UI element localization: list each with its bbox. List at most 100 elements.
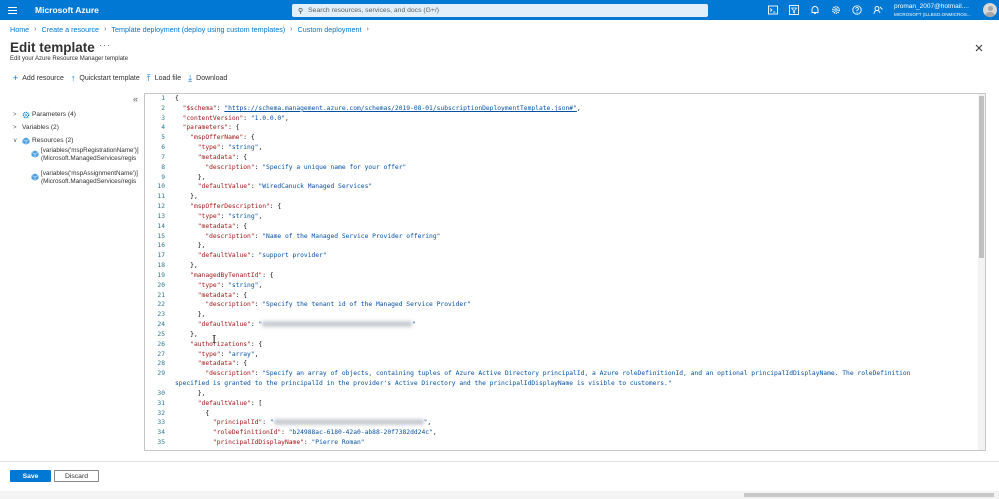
top-icons bbox=[762, 0, 888, 20]
scrollbar-thumb[interactable] bbox=[979, 96, 984, 258]
json-value: "support provider" bbox=[258, 252, 327, 260]
help-icon[interactable] bbox=[846, 0, 867, 20]
chevron-right-icon: › bbox=[34, 26, 37, 33]
chevron-right-icon: › bbox=[290, 26, 293, 33]
json-value: "WiredCanuck Managed Services" bbox=[258, 183, 373, 191]
json-key: "mspOfferName" bbox=[190, 134, 244, 142]
json-key: "roleDefinitionId" bbox=[212, 429, 282, 437]
json-key: "principalId" bbox=[212, 419, 263, 427]
json-key: "defaultValue" bbox=[197, 252, 251, 260]
cube-icon bbox=[31, 173, 39, 181]
page-title: Edit template bbox=[10, 40, 95, 55]
json-key: "metadata" bbox=[197, 153, 236, 161]
close-icon[interactable] bbox=[973, 42, 985, 54]
plus-icon: + bbox=[13, 73, 19, 83]
code-text: { bbox=[175, 95, 179, 102]
more-options-icon[interactable]: ··· bbox=[99, 40, 111, 50]
code-editor[interactable]: 1{ 2 "$schema": "https://schema.manageme… bbox=[144, 93, 986, 451]
tree-label-variables: Variables (2) bbox=[22, 124, 59, 131]
json-value: "Pierre Roman" bbox=[311, 438, 365, 446]
scrollbar-thumb[interactable] bbox=[744, 493, 994, 497]
text-cursor-icon: I bbox=[212, 333, 217, 346]
tree-resource-name: [variables('mspRegistrationName')] bbox=[41, 147, 139, 154]
breadcrumb-create-resource[interactable]: Create a resource bbox=[42, 25, 100, 34]
json-key: "$schema" bbox=[182, 104, 217, 112]
add-resource-button[interactable]: + Add resource bbox=[13, 74, 64, 83]
chevron-right-icon: › bbox=[104, 26, 107, 33]
json-key: "parameters" bbox=[182, 124, 229, 132]
upload-icon: ⤒ bbox=[146, 73, 151, 83]
json-key: "type" bbox=[197, 212, 221, 220]
tree-resource-type: (Microsoft.ManagedServices/regis bbox=[41, 178, 137, 186]
json-value: "Specify an array of objects, containing… bbox=[175, 370, 915, 388]
top-bar: Microsoft Azure ⚲ Search resources, serv… bbox=[0, 0, 999, 20]
json-key: "type" bbox=[197, 281, 221, 289]
chevron-down-icon: ∨ bbox=[13, 138, 18, 144]
download-icon: ⤓ bbox=[188, 73, 193, 83]
tree-label-parameters: Parameters (4) bbox=[32, 111, 76, 118]
tree-resource-type: (Microsoft.ManagedServices/regis bbox=[41, 155, 137, 163]
settings-icon[interactable] bbox=[825, 0, 846, 20]
discard-button[interactable]: Discard bbox=[54, 470, 99, 482]
cloud-shell-icon[interactable] bbox=[762, 0, 783, 20]
json-key: "description" bbox=[205, 370, 255, 378]
json-value: "1.0.0.0" bbox=[250, 114, 285, 122]
breadcrumb-custom-deployment[interactable]: Custom deployment bbox=[298, 25, 362, 34]
json-key: "defaultValue" bbox=[197, 399, 251, 407]
quickstart-template-label: Quickstart template bbox=[79, 75, 140, 82]
json-value: "Specify the tenant id of the Managed Se… bbox=[262, 301, 471, 309]
chevron-right-icon: > bbox=[13, 111, 17, 118]
account-info[interactable]: proman_2007@hotmail.... MICROSOFT (ILLBS… bbox=[894, 3, 971, 19]
save-button[interactable]: Save bbox=[10, 470, 51, 482]
json-key: "authorizations" bbox=[190, 340, 251, 348]
directory-filter-icon[interactable] bbox=[783, 0, 804, 20]
json-key: "description" bbox=[205, 301, 255, 309]
code-lines: 1{ 2 "$schema": "https://schema.manageme… bbox=[157, 95, 915, 446]
cube-icon bbox=[31, 150, 39, 158]
menu-icon[interactable] bbox=[0, 0, 24, 20]
notifications-icon[interactable] bbox=[804, 0, 825, 20]
breadcrumb-home[interactable]: Home bbox=[10, 25, 29, 34]
brand-name[interactable]: Microsoft Azure bbox=[35, 5, 99, 15]
gear-icon bbox=[22, 111, 30, 118]
tree-item-parameters[interactable]: > Parameters (4) bbox=[13, 108, 76, 121]
tree-item-resources[interactable]: ∨ Resources (2) bbox=[13, 134, 76, 147]
json-key: "metadata" bbox=[197, 291, 236, 299]
json-value: "string" bbox=[228, 281, 259, 289]
json-key: "defaultValue" bbox=[197, 183, 251, 191]
chevron-right-icon: > bbox=[13, 124, 17, 131]
toolbar: + Add resource ↑ Quickstart template ⤒ L… bbox=[13, 72, 234, 85]
collapse-panel-icon[interactable]: « bbox=[133, 94, 138, 104]
cube-icon bbox=[22, 137, 30, 145]
search-placeholder: Search resources, services, and docs (G+… bbox=[308, 7, 440, 14]
quickstart-template-button[interactable]: ↑ Quickstart template bbox=[71, 74, 140, 83]
json-value[interactable]: "https://schema.management.azure.com/sch… bbox=[224, 105, 577, 112]
feedback-icon[interactable] bbox=[867, 0, 888, 20]
json-key: "description" bbox=[205, 232, 255, 240]
json-key: "principalIdDisplayName" bbox=[212, 438, 304, 446]
json-key: "description" bbox=[205, 163, 255, 171]
page-horizontal-scrollbar[interactable] bbox=[0, 491, 999, 499]
download-button[interactable]: ⤓ Download bbox=[188, 74, 227, 83]
search-input[interactable]: ⚲ Search resources, services, and docs (… bbox=[292, 4, 708, 17]
add-resource-label: Add resource bbox=[22, 75, 64, 82]
tree-resource-name: [variables('mspAssignmentName')] bbox=[41, 170, 138, 177]
json-key: "metadata" bbox=[197, 360, 236, 368]
editor-vertical-scrollbar[interactable] bbox=[978, 94, 985, 450]
breadcrumb-template-deployment[interactable]: Template deployment (deploy using custom… bbox=[111, 25, 285, 34]
footer-divider bbox=[0, 461, 999, 462]
tree-item-variables[interactable]: > Variables (2) bbox=[13, 121, 76, 134]
json-value: "array" bbox=[228, 350, 255, 358]
json-value: "Specify a unique name for your offer" bbox=[262, 163, 407, 171]
upload-arrow-icon: ↑ bbox=[70, 73, 76, 83]
chevron-right-icon: › bbox=[366, 26, 369, 33]
avatar[interactable] bbox=[983, 3, 997, 17]
tree-item-registration-definition[interactable]: [variables('mspRegistrationName')] (Micr… bbox=[31, 147, 139, 163]
tree-item-registration-assignment[interactable]: [variables('mspAssignmentName')] (Micros… bbox=[31, 170, 138, 186]
account-tenant: MICROSOFT (ILLBSO.ONMICROS... bbox=[894, 12, 971, 17]
json-key: "defaultValue" bbox=[197, 321, 251, 329]
load-file-button[interactable]: ⤒ Load file bbox=[147, 74, 181, 83]
page-subtitle: Edit your Azure Resource Manager templat… bbox=[10, 56, 129, 62]
json-key: "managedByTenantId" bbox=[190, 271, 263, 279]
json-key: "type" bbox=[197, 350, 221, 358]
